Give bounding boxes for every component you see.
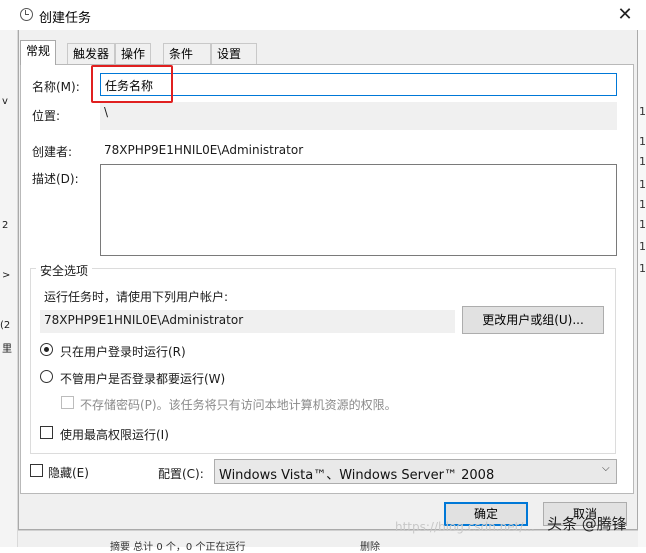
- bg-right-char: 1: [639, 240, 646, 253]
- description-label: 描述(D):: [32, 172, 79, 186]
- background-window-right: 1 1 1 1 1 1 1 1: [638, 30, 646, 547]
- bg-left-char: v: [2, 96, 8, 107]
- name-label: 名称(M):: [32, 80, 80, 94]
- bg-left-char: 里: [2, 344, 12, 355]
- hidden-label[interactable]: 隐藏(E): [48, 464, 89, 481]
- run-logged-on-radio[interactable]: [40, 343, 53, 356]
- author-value: 78XPHP9E1HNIL0E\Administrator: [104, 143, 304, 157]
- background-window-left: v 2 > (2 里: [0, 30, 18, 547]
- no-store-password-label: 不存储密码(P)。该任务将只有访问本地计算机资源的权限。: [80, 398, 397, 412]
- location-label: 位置:: [32, 109, 61, 123]
- bg-right-char: 1: [639, 198, 646, 211]
- no-store-password-checkbox[interactable]: [61, 396, 74, 409]
- bg-right-char: 1: [639, 218, 646, 231]
- configure-select[interactable]: Windows Vista™、Windows Server™ 2008: [214, 459, 617, 484]
- change-user-button[interactable]: 更改用户或组(U)...: [462, 306, 604, 334]
- highest-privileges-label[interactable]: 使用最高权限运行(I): [60, 426, 169, 443]
- highest-privileges-checkbox[interactable]: [40, 426, 53, 439]
- tab-settings[interactable]: 设置: [211, 43, 257, 64]
- run-whether-logged-radio[interactable]: [40, 370, 53, 383]
- bg-right-char: 1: [639, 155, 646, 168]
- watermark-url: https://blog.csdn.net/...: [395, 520, 535, 534]
- name-input[interactable]: 任务名称: [100, 73, 617, 96]
- user-account-value: 78XPHP9E1HNIL0E\Administrator: [40, 310, 455, 333]
- tab-conditions[interactable]: 条件: [163, 43, 211, 64]
- run-logged-on-label[interactable]: 只在用户登录时运行(R): [60, 343, 186, 360]
- clock-icon: [20, 8, 33, 21]
- tab-general[interactable]: 常规: [20, 40, 57, 65]
- bg-right-char: 1: [639, 178, 646, 191]
- tab-triggers[interactable]: 触发器: [67, 43, 116, 64]
- run-as-text: 运行任务时，请使用下列用户帐户:: [44, 290, 229, 304]
- window-title: 创建任务: [39, 11, 92, 26]
- bg-left-char: >: [2, 270, 11, 281]
- background-delete-text: 删除: [360, 542, 380, 553]
- chevron-down-icon[interactable]: ⌵: [602, 463, 610, 474]
- highlight-annotation: [91, 65, 173, 103]
- tab-actions[interactable]: 操作: [115, 43, 152, 64]
- watermark-brand: 头条 @腾锋: [547, 515, 627, 533]
- bg-left-char: (2: [0, 320, 11, 331]
- title-bar[interactable]: [0, 0, 646, 30]
- configure-label: 配置(C):: [158, 467, 204, 481]
- security-options-title: 安全选项: [36, 262, 93, 279]
- close-button[interactable]: ✕: [612, 2, 638, 28]
- run-whether-logged-label[interactable]: 不管用户是否登录都要运行(W): [60, 370, 225, 387]
- bg-right-char: 1: [639, 262, 646, 275]
- author-label: 创建者:: [32, 145, 73, 159]
- bg-left-char: 2: [2, 220, 9, 231]
- bg-right-char: 1: [639, 105, 646, 118]
- location-value: \: [100, 102, 617, 130]
- bg-right-char: 1: [639, 135, 646, 148]
- description-textarea[interactable]: [100, 164, 617, 256]
- hidden-checkbox[interactable]: [30, 464, 43, 477]
- background-summary-text: 摘要 总计 0 个，0 个正在运行: [110, 542, 246, 553]
